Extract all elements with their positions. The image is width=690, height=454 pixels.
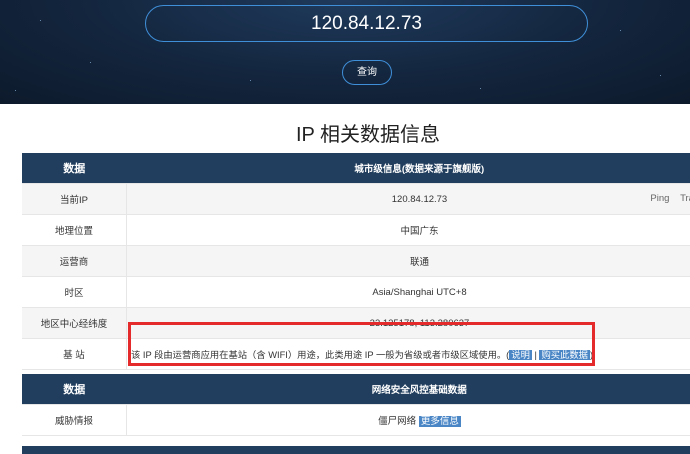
table-row: 时区 Asia/Shanghai UTC+8 [22,276,690,308]
row-label: 地理位置 [22,214,127,246]
row-label: 时区 [22,276,127,308]
column-header-city-info: 城市级信息(数据来源于旗舰版) [126,153,690,184]
page-title: IP 相关数据信息 [295,124,441,146]
row-label: 地区中心经纬度 [22,307,127,339]
row-label: 威胁情报 [22,404,127,436]
column-header-data: 数据 [22,153,127,184]
row-value: 中国广东 [400,226,439,237]
ping-link[interactable]: Ping [650,193,669,204]
table-row: 当前IP 120.84.12.73 Ping Trace [22,183,690,215]
row-label: 当前IP [22,183,127,215]
row-value: 联通 [126,245,690,277]
table-row: 运营商 联通 [22,245,690,277]
row-value: 僵尸网络 [378,416,417,427]
query-button[interactable]: 查询 [342,60,392,85]
column-header-security: 网络安全风控基础数据 [126,374,690,405]
ip-search-input[interactable]: 120.84.12.73 [145,5,588,42]
highlight-box [128,322,595,366]
security-info-table: 数据 网络安全风控基础数据 威胁情报 僵尸网络 更多信息 产品 [22,374,690,436]
table-row: 威胁情报 僵尸网络 更多信息 产品 [22,404,690,436]
row-value: Asia/Shanghai UTC+8 [126,276,690,308]
row-label: 运营商 [22,245,127,277]
hero-banner: 120.84.12.73 查询 [0,0,690,104]
column-header-data: 数据 [22,374,127,405]
trace-link[interactable]: Trace [680,193,690,204]
row-label: 基 站 [22,338,127,370]
table-row: 地理位置 中国广东 产品 [22,214,690,246]
more-info-link[interactable]: 更多信息 [418,416,461,427]
row-value: 120.84.12.73 [391,193,448,205]
next-table-header [22,446,690,454]
